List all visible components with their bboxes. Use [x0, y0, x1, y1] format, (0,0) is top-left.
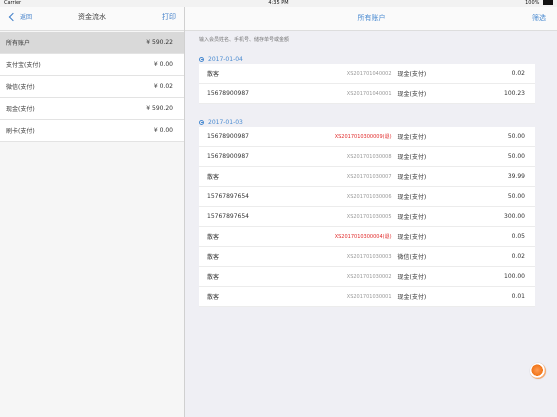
clock-icon [199, 119, 204, 125]
order-number: XS201701030005 [346, 213, 392, 220]
transaction-row[interactable]: 散客 XS201701030007 现金(支付) 39.99 [199, 167, 535, 187]
battery-percent: 100% [525, 0, 540, 6]
transaction-row[interactable]: 15767897654 XS201701030005 现金(支付) 300.00 [199, 207, 535, 227]
transaction-row[interactable]: 15678900987 XS201701030008 现金(支付) 50.00 [199, 147, 535, 167]
order-number: XS201701030008 [346, 153, 392, 160]
account-name: 微信(支付) [6, 84, 35, 91]
order-number: XS201701030002 [346, 273, 392, 280]
account-balance: ¥ 0.02 [153, 83, 173, 90]
transaction-row[interactable]: 散客 XS201701030002 现金(支付) 100.00 [199, 267, 535, 287]
payment-method: 现金(支付) [397, 194, 427, 201]
payment-method: 微信(支付) [397, 254, 427, 261]
customer-name: 散客 [207, 294, 220, 301]
filter-button[interactable]: 筛选 [532, 13, 546, 23]
customer-name: 散客 [207, 174, 220, 181]
transaction-amount: 0.01 [511, 293, 525, 300]
transaction-row-refund[interactable]: 散客 XS2017010300004(退) 现金(支付) 0.05 [199, 227, 535, 247]
account-balance: ¥ 590.22 [146, 39, 173, 46]
panel-title: 所有账户 [357, 14, 386, 22]
customer-name: 15678900987 [207, 133, 249, 140]
battery-status: 100% [525, 0, 553, 7]
customer-name: 散客 [207, 71, 220, 78]
order-number: XS201701030001 [346, 293, 392, 300]
account-balance: ¥ 0.00 [153, 127, 173, 134]
customer-name: 散客 [207, 234, 220, 241]
transaction-amount: 0.02 [511, 70, 525, 77]
account-name: 现金(支付) [6, 106, 35, 113]
page: { "status_bar": {"carrier": "Carrier", "… [0, 0, 557, 417]
payment-method: 现金(支付) [397, 91, 427, 98]
account-balance: ¥ 590.20 [146, 105, 173, 112]
payment-method: 现金(支付) [397, 274, 427, 281]
transaction-row[interactable]: 15767897654 XS201701030006 现金(支付) 50.00 [199, 187, 535, 207]
sidebar-title: 资金流水 [78, 13, 106, 21]
customer-name: 15767897654 [207, 193, 249, 200]
transaction-amount: 100.00 [504, 273, 525, 280]
transaction-amount: 50.00 [507, 133, 525, 140]
account-list: 所有账户 ¥ 590.22 支付宝(支付) ¥ 0.00 微信(支付) ¥ 0.… [0, 32, 184, 142]
customer-name: 15678900987 [207, 153, 249, 160]
payment-method: 现金(支付) [397, 174, 427, 181]
order-number: XS201701030007 [346, 173, 392, 180]
payment-method: 现金(支付) [397, 234, 427, 241]
payment-method: 现金(支付) [397, 71, 427, 78]
order-number: XS201701030006 [346, 193, 392, 200]
transaction-amount: 100.23 [504, 90, 525, 97]
customer-name: 散客 [207, 254, 220, 261]
order-number: XS201701030003 [346, 253, 392, 260]
account-item-cash[interactable]: 现金(支付) ¥ 590.20 [0, 98, 184, 120]
transaction-row-refund[interactable]: 15678900987 XS2017010300009(退) 现金(支付) 50… [199, 127, 535, 147]
section-date: 2017-01-04 [208, 55, 243, 63]
date-section-2017-01-04: 2017-01-04 散客 XS201701040002 现金(支付) 0.02… [199, 54, 535, 104]
payment-method: 现金(支付) [397, 214, 427, 221]
section-date-header: 2017-01-04 [199, 54, 535, 64]
transaction-amount: 39.99 [507, 173, 525, 180]
order-number: XS201701040001 [346, 90, 392, 97]
account-name: 支付宝(支付) [6, 62, 41, 69]
account-item-card[interactable]: 刷卡(支付) ¥ 0.00 [0, 120, 184, 142]
transaction-amount: 0.02 [511, 253, 525, 260]
refund-order-number: XS2017010300004(退) [334, 234, 392, 240]
section-date: 2017-01-03 [208, 118, 243, 126]
assistive-touch-button[interactable] [530, 363, 546, 379]
battery-icon [543, 0, 553, 5]
transaction-row[interactable]: 散客 XS201701030003 微信(支付) 0.02 [199, 247, 535, 267]
transaction-amount: 50.00 [507, 153, 525, 160]
account-item-wechat[interactable]: 微信(支付) ¥ 0.02 [0, 76, 184, 98]
payment-method: 现金(支付) [397, 294, 427, 301]
refund-order-number: XS2017010300009(退) [334, 134, 392, 140]
section-date-header: 2017-01-03 [199, 117, 535, 127]
account-name: 所有账户 [6, 40, 31, 47]
right-nav-bar: 所有账户 筛选 [185, 7, 557, 31]
transactions-panel: 所有账户 筛选 2017-01-04 散客 XS201701040002 现金(… [184, 7, 557, 417]
payment-method: 现金(支付) [397, 134, 427, 141]
date-section-2017-01-03: 2017-01-03 15678900987 XS2017010300009(退… [199, 117, 535, 307]
search-input[interactable] [197, 32, 501, 47]
clock-icon [199, 56, 204, 62]
transaction-row[interactable]: 散客 XS201701030001 现金(支付) 0.01 [199, 287, 535, 307]
account-sidebar: 返回 资金流水 打印 所有账户 ¥ 590.22 支付宝(支付) ¥ 0.00 … [0, 7, 184, 417]
left-nav-bar: 返回 资金流水 打印 [0, 7, 184, 31]
order-number: XS201701040002 [346, 70, 392, 77]
transaction-amount: 300.00 [504, 213, 525, 220]
print-button[interactable]: 打印 [162, 12, 176, 22]
status-time: 4:35 PM [268, 0, 289, 6]
account-item-all[interactable]: 所有账户 ¥ 590.22 [0, 32, 184, 54]
account-item-alipay[interactable]: 支付宝(支付) ¥ 0.00 [0, 54, 184, 76]
transaction-amount: 50.00 [507, 193, 525, 200]
payment-method: 现金(支付) [397, 154, 427, 161]
transaction-row[interactable]: 散客 XS201701040002 现金(支付) 0.02 [199, 64, 535, 84]
transaction-row[interactable]: 15678900987 XS201701040001 现金(支付) 100.23 [199, 84, 535, 104]
customer-name: 15678900987 [207, 90, 249, 97]
transaction-amount: 0.05 [511, 233, 525, 240]
customer-name: 散客 [207, 274, 220, 281]
account-balance: ¥ 0.00 [153, 61, 173, 68]
status-bar: Carrier 4:35 PM 100% [0, 0, 557, 7]
account-name: 刷卡(支付) [6, 128, 35, 135]
customer-name: 15767897654 [207, 213, 249, 220]
